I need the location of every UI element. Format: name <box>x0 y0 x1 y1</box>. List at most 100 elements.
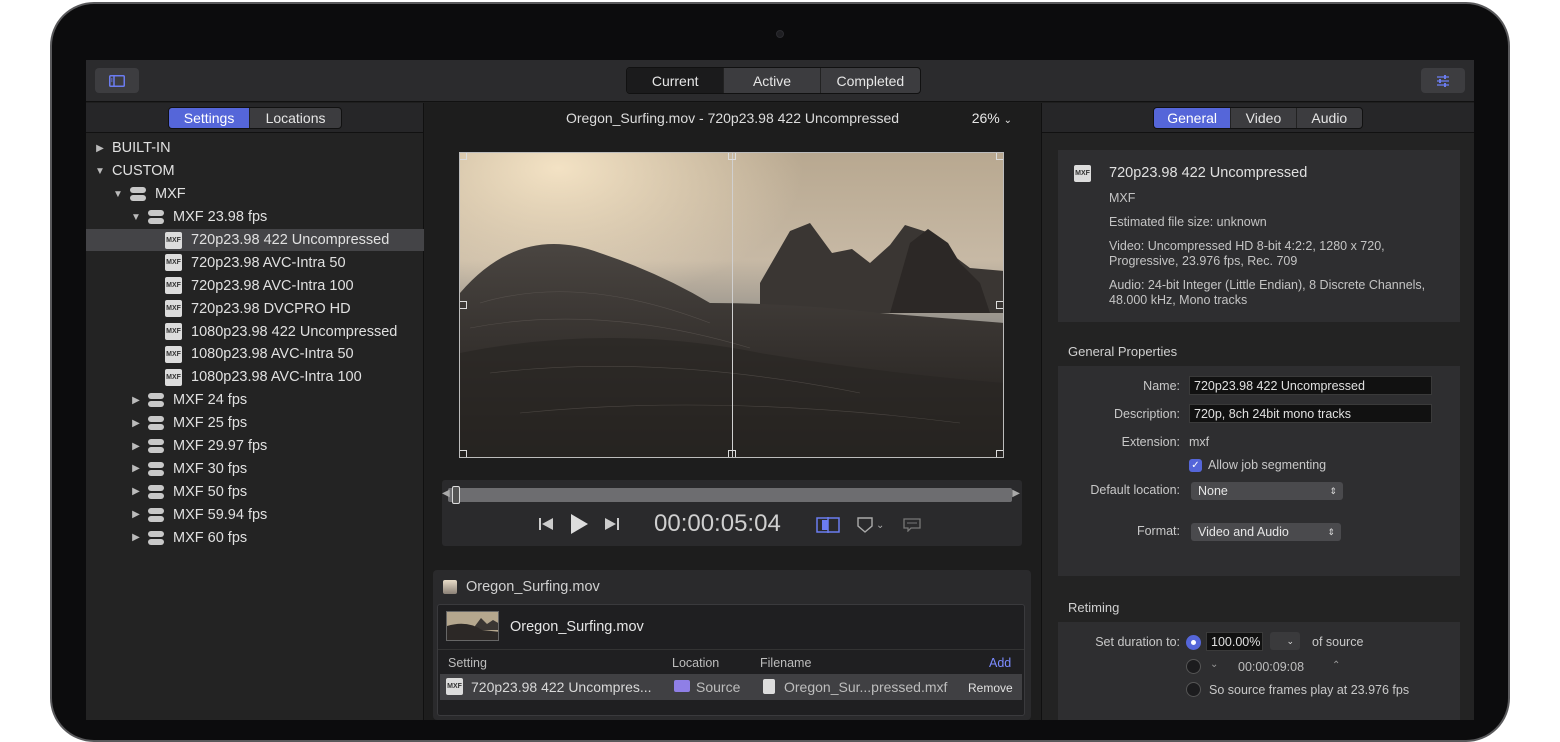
default-location-value: None <box>1198 484 1228 498</box>
description-label: Description: <box>1114 407 1180 421</box>
disclosure-closed-icon[interactable]: ▶ <box>130 418 142 429</box>
crop-handle[interactable] <box>996 301 1003 309</box>
tree-item-label: 720p23.98 422 Uncompressed <box>191 232 390 248</box>
crop-handle[interactable] <box>460 450 467 457</box>
remove-output-button[interactable]: Remove <box>968 681 1013 695</box>
tree-item[interactable]: ▶ BUILT-IN <box>86 137 424 160</box>
allow-segmenting-checkbox[interactable]: ✓ <box>1189 459 1202 472</box>
split-view-button[interactable] <box>816 517 840 538</box>
crop-handle[interactable] <box>728 153 736 160</box>
disclosure-open-icon[interactable]: ▼ <box>112 189 124 200</box>
job-output-row[interactable]: MXF 720p23.98 422 Uncompres... Source Or… <box>440 674 1022 700</box>
tab-locations[interactable]: Locations <box>250 108 341 128</box>
playhead[interactable] <box>452 486 460 504</box>
zoom-popup[interactable]: 26% ⌄ <box>972 110 1012 126</box>
default-location-popup[interactable]: None ⇕ <box>1191 482 1343 500</box>
split-divider[interactable] <box>732 153 733 457</box>
crop-handle[interactable] <box>460 301 467 309</box>
play-button[interactable] <box>568 513 590 540</box>
tab-general[interactable]: General <box>1154 108 1232 128</box>
disclosure-closed-icon[interactable]: ▶ <box>130 441 142 452</box>
disclosure-closed-icon[interactable]: ▶ <box>130 532 142 543</box>
disclosure-closed-icon[interactable]: ▶ <box>130 395 142 406</box>
job-card[interactable]: Oregon_Surfing.mov Setting Location File… <box>437 604 1025 716</box>
disclosure-closed-icon[interactable]: ▶ <box>130 509 142 520</box>
batch-title: Oregon_Surfing.mov <box>466 579 600 595</box>
duration-percent-radio[interactable] <box>1186 635 1201 650</box>
checkmark-icon: ✓ <box>1191 460 1200 471</box>
tree-item[interactable]: MXF 720p23.98 422 Uncompressed <box>86 228 424 252</box>
tab-completed[interactable]: Completed <box>821 68 920 93</box>
tree-item[interactable]: ▼ MXF <box>86 183 424 206</box>
tree-item[interactable]: MXF 1080p23.98 AVC-Intra 50 <box>86 343 424 366</box>
source-frames-radio[interactable] <box>1186 682 1201 697</box>
tree-item[interactable]: ▶ MXF 30 fps <box>86 457 424 480</box>
batch-header: Oregon_Surfing.mov <box>443 579 600 595</box>
job-columns-header: Setting Location Filename Add <box>438 649 1024 673</box>
out-point-icon[interactable]: ▶ <box>1012 488 1020 499</box>
updown-icon: ⇕ <box>1327 526 1335 537</box>
job-location[interactable]: Source <box>696 679 740 695</box>
allow-segmenting-label: Allow job segmenting <box>1208 458 1327 472</box>
column-location: Location <box>672 656 720 670</box>
duration-timecode-stepper[interactable]: ⌄ 00:00:09:08 ⌃ <box>1210 659 1340 677</box>
general-properties-title: General Properties <box>1068 344 1178 359</box>
tree-item-label: MXF 29.97 fps <box>173 438 268 455</box>
in-point-icon[interactable]: ◀ <box>442 488 450 499</box>
tab-active[interactable]: Active <box>724 68 821 93</box>
disclosure-closed-icon[interactable]: ▶ <box>94 143 106 154</box>
format-popup[interactable]: Video and Audio ⇕ <box>1191 523 1341 541</box>
tree-item[interactable]: ▼ MXF 23.98 fps <box>86 206 424 229</box>
tab-audio[interactable]: Audio <box>1297 108 1362 128</box>
sidebar-toggle-button[interactable] <box>95 68 139 93</box>
next-frame-button[interactable] <box>604 516 620 537</box>
crop-handle[interactable] <box>728 450 736 457</box>
description-field[interactable]: 720p, 8ch 24bit mono tracks <box>1189 404 1432 423</box>
captions-button[interactable] <box>903 518 921 537</box>
previous-frame-button[interactable] <box>538 516 554 537</box>
marker-icon <box>857 517 873 533</box>
crop-handle[interactable] <box>996 153 1003 160</box>
tree-item[interactable]: ▶ MXF 29.97 fps <box>86 435 424 458</box>
source-thumbnail <box>446 611 499 641</box>
markers-popup[interactable]: ⌄ <box>856 517 884 533</box>
job-setting[interactable]: 720p23.98 422 Uncompres... <box>471 679 652 695</box>
tab-video[interactable]: Video <box>1231 108 1297 128</box>
tree-item[interactable]: ▶ MXF 59.94 fps <box>86 503 424 526</box>
chevron-down-icon: ⌄ <box>1286 635 1294 646</box>
name-field[interactable]: 720p23.98 422 Uncompressed <box>1189 376 1432 395</box>
settings-panel: Settings Locations ▶ BUILT-IN ▼ CUSTOM ▼ MXF ▼… <box>86 103 424 720</box>
crop-handle[interactable] <box>460 153 467 160</box>
job-filename[interactable]: Oregon_Sur...pressed.mxf <box>784 679 947 695</box>
tree-item[interactable]: MXF 720p23.98 AVC-Intra 100 <box>86 274 424 297</box>
folder-icon <box>674 680 690 692</box>
tree-item[interactable]: ▶ MXF 24 fps <box>86 389 424 412</box>
tree-item[interactable]: ▶ MXF 50 fps <box>86 480 424 503</box>
tree-item[interactable]: MXF 720p23.98 DVCPRO HD <box>86 297 424 320</box>
disclosure-open-icon[interactable]: ▼ <box>94 166 106 177</box>
chevron-up-icon: ⌃ <box>1332 660 1341 671</box>
crop-handle[interactable] <box>996 450 1003 457</box>
tree-item[interactable]: ▶ MXF 60 fps <box>86 526 424 549</box>
tree-item[interactable]: ▼ CUSTOM <box>86 160 424 183</box>
inspector-toggle-button[interactable] <box>1421 68 1465 93</box>
movie-file-icon <box>443 580 457 594</box>
group-icon <box>148 439 164 454</box>
tree-item[interactable]: ▶ MXF 25 fps <box>86 412 424 435</box>
disclosure-closed-icon[interactable]: ▶ <box>130 486 142 497</box>
video-preview[interactable] <box>459 152 1004 458</box>
group-icon <box>148 393 164 408</box>
tab-current[interactable]: Current <box>627 68 725 93</box>
scrubber[interactable] <box>448 486 1012 504</box>
disclosure-open-icon[interactable]: ▼ <box>130 212 142 223</box>
percent-popup[interactable]: ⌄ <box>1270 632 1300 650</box>
add-output-button[interactable]: Add <box>989 656 1011 670</box>
tree-item[interactable]: MXF 1080p23.98 AVC-Intra 100 <box>86 366 424 389</box>
percent-field[interactable]: 100.00% <box>1206 632 1263 651</box>
duration-timecode-radio[interactable] <box>1186 659 1201 674</box>
disclosure-closed-icon[interactable]: ▶ <box>130 463 142 474</box>
mxf-file-icon: MXF <box>165 277 182 295</box>
tab-settings[interactable]: Settings <box>169 108 251 128</box>
tree-item[interactable]: MXF 720p23.98 AVC-Intra 50 <box>86 251 424 274</box>
tree-item[interactable]: MXF 1080p23.98 422 Uncompressed <box>86 320 424 343</box>
